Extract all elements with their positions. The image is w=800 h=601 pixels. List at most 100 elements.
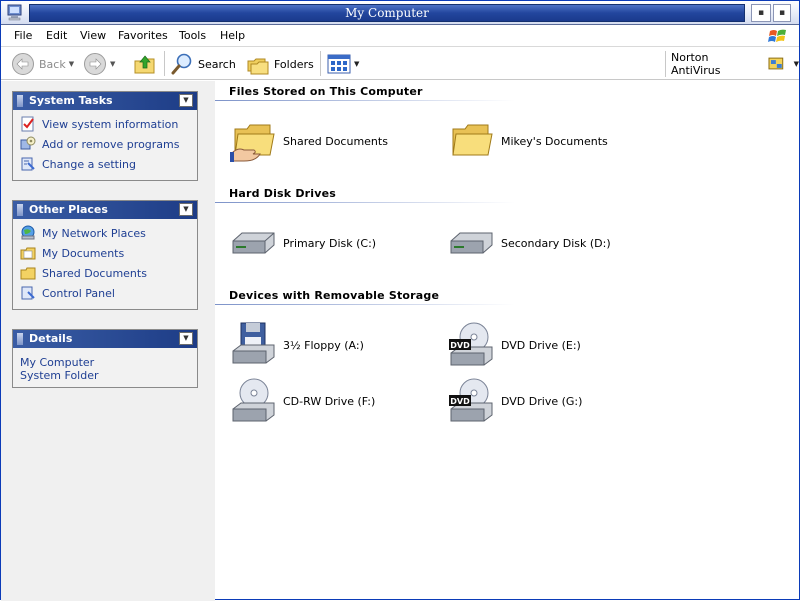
group-divider xyxy=(215,100,515,101)
norton-antivirus-button[interactable]: Norton AntiVirus ▼ xyxy=(665,51,799,77)
back-button[interactable]: Back ▼ xyxy=(11,51,74,77)
place-label: Control Panel xyxy=(42,286,115,300)
details-header[interactable]: Details ▼ xyxy=(13,330,197,348)
details-name: My Computer xyxy=(20,356,95,369)
place-my-documents[interactable]: My Documents xyxy=(13,243,197,263)
up-folder-icon xyxy=(134,55,155,74)
collapse-chevron-icon[interactable]: ▼ xyxy=(179,203,193,216)
details-panel: Details ▼ My Computer System Folder xyxy=(12,329,198,388)
task-add-remove-programs[interactable]: Add or remove programs xyxy=(13,134,197,154)
dvd-drive-icon: DVD xyxy=(449,378,493,422)
place-label: Shared Documents xyxy=(42,266,147,280)
collapse-chevron-icon[interactable]: ▼ xyxy=(179,332,193,345)
back-arrow-icon xyxy=(12,53,34,75)
other-places-header[interactable]: Other Places ▼ xyxy=(13,201,197,219)
views-icon xyxy=(327,54,351,74)
place-shared-documents[interactable]: Shared Documents xyxy=(13,263,197,283)
up-folder-button[interactable] xyxy=(133,51,157,77)
minimize-icon: ▪ xyxy=(757,7,765,18)
toolbar-separator xyxy=(164,51,165,76)
minimize-button[interactable]: ▪ xyxy=(751,4,771,22)
content-area: Files Stored on This Computer Shared Doc… xyxy=(215,81,799,599)
task-label: Change a setting xyxy=(42,157,136,171)
system-information-icon xyxy=(21,116,34,132)
back-label: Back xyxy=(39,57,66,71)
add-remove-programs-icon xyxy=(20,136,36,150)
back-dropdown-icon[interactable]: ▼ xyxy=(69,60,74,68)
folder-icon xyxy=(452,124,493,156)
toolbar-separator xyxy=(320,51,321,76)
group-removable-storage-header: Devices with Removable Storage xyxy=(229,289,440,302)
group-hard-disk-drives-header: Hard Disk Drives xyxy=(229,187,337,200)
group-divider xyxy=(215,202,515,203)
title-bar[interactable]: My Computer ▪ ▪ xyxy=(1,1,799,25)
item-label: Primary Disk (C:) xyxy=(283,236,377,250)
menu-favorites[interactable]: Favorites xyxy=(118,29,168,43)
item-label: Secondary Disk (D:) xyxy=(501,236,611,250)
menu-tools[interactable]: Tools xyxy=(179,29,206,43)
item-mikeys-documents[interactable]: Mikey's Documents xyxy=(448,117,608,165)
collapse-chevron-icon[interactable]: ▼ xyxy=(179,94,193,107)
dvd-badge-text: DVD xyxy=(450,341,470,350)
group-divider xyxy=(215,304,515,305)
item-label: DVD Drive (E:) xyxy=(501,338,581,352)
dvd-badge-text: DVD xyxy=(450,397,470,406)
forward-dropdown-icon[interactable]: ▼ xyxy=(110,60,115,68)
menu-help[interactable]: Help xyxy=(220,29,245,43)
place-control-panel[interactable]: Control Panel xyxy=(13,283,197,303)
title-band: My Computer xyxy=(29,4,745,22)
change-setting-icon xyxy=(21,157,35,171)
item-label: Shared Documents xyxy=(283,134,388,148)
folders-label: Folders xyxy=(274,57,314,71)
dvd-drive-icon: DVD xyxy=(449,322,493,366)
group-files-stored-header: Files Stored on This Computer xyxy=(229,85,423,98)
task-label: Add or remove programs xyxy=(42,137,180,151)
close-icon: ▪ xyxy=(778,7,786,18)
menu-bar: File Edit View Favorites Tools Help xyxy=(1,26,799,47)
item-primary-disk-c[interactable]: Primary Disk (C:) xyxy=(230,219,376,267)
window: My Computer ▪ ▪ File Edit View Favorites… xyxy=(0,0,800,601)
system-tasks-header[interactable]: System Tasks ▼ xyxy=(13,92,197,110)
close-button[interactable]: ▪ xyxy=(773,4,791,22)
system-tasks-title: System Tasks xyxy=(29,94,113,107)
search-icon xyxy=(171,53,192,75)
menu-file[interactable]: File xyxy=(14,29,32,43)
my-computer-icon[interactable] xyxy=(7,4,23,21)
views-dropdown-icon[interactable]: ▼ xyxy=(354,60,359,68)
item-label: CD-RW Drive (F:) xyxy=(283,394,376,408)
norton-icon xyxy=(768,57,784,70)
menu-view[interactable]: View xyxy=(80,29,106,43)
folders-icon xyxy=(247,58,269,75)
item-dvd-drive-g[interactable]: DVD DVD Drive (G:) xyxy=(448,377,582,425)
forward-button[interactable]: ▼ xyxy=(83,51,115,77)
window-title: My Computer xyxy=(345,6,429,20)
item-cd-rw-drive-f[interactable]: CD-RW Drive (F:) xyxy=(230,377,375,425)
other-places-title: Other Places xyxy=(29,203,108,216)
task-change-a-setting[interactable]: Change a setting xyxy=(13,154,197,174)
item-floppy-a[interactable]: 3½ Floppy (A:) xyxy=(230,321,364,369)
task-label: View system information xyxy=(42,117,179,131)
item-label: DVD Drive (G:) xyxy=(501,394,583,408)
hard-disk-icon xyxy=(450,232,493,254)
item-label: Mikey's Documents xyxy=(501,134,608,148)
other-places-panel: Other Places ▼ My Network Places My Docu… xyxy=(12,200,198,310)
control-panel-icon xyxy=(21,286,35,300)
network-places-icon xyxy=(21,225,35,240)
menu-edit[interactable]: Edit xyxy=(46,29,67,43)
norton-label: Norton AntiVirus xyxy=(671,51,721,77)
hard-disk-icon xyxy=(232,232,275,254)
norton-dropdown-icon[interactable]: ▼ xyxy=(794,60,799,68)
place-my-network-places[interactable]: My Network Places xyxy=(13,223,197,243)
forward-arrow-icon xyxy=(84,53,106,75)
search-button[interactable]: Search xyxy=(170,51,236,77)
cd-rw-drive-icon xyxy=(232,378,275,422)
item-secondary-disk-d[interactable]: Secondary Disk (D:) xyxy=(448,219,611,267)
item-shared-documents[interactable]: Shared Documents xyxy=(230,117,388,165)
task-pane: System Tasks ▼ View system information A… xyxy=(1,81,215,601)
search-label: Search xyxy=(198,57,236,71)
folders-button[interactable]: Folders xyxy=(246,51,314,77)
item-dvd-drive-e[interactable]: DVD DVD Drive (E:) xyxy=(448,321,581,369)
views-button[interactable]: ▼ xyxy=(327,51,359,77)
details-type: System Folder xyxy=(20,369,99,382)
task-view-system-information[interactable]: View system information xyxy=(13,114,197,134)
